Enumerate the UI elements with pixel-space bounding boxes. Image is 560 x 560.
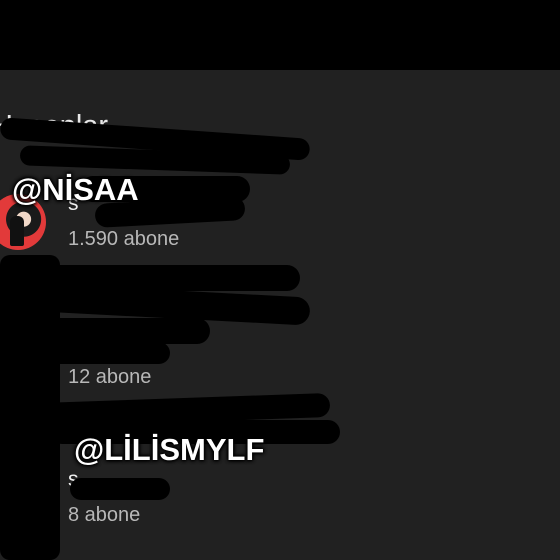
- overlay-label-second: @LİLİSMYLF: [74, 432, 265, 467]
- account-item[interactable]: s 8 abone: [0, 456, 560, 556]
- overlay-label-first: @NİSAA: [12, 172, 139, 207]
- subscriber-count: 8 abone: [68, 504, 141, 526]
- redaction-scribble: [20, 342, 170, 364]
- status-bar: [0, 0, 560, 70]
- redaction-scribble: [70, 478, 170, 500]
- redaction-scribble: [40, 318, 210, 344]
- subscriber-count: 12 abone: [68, 366, 152, 388]
- subscriber-count: 1.590 abone: [68, 228, 180, 250]
